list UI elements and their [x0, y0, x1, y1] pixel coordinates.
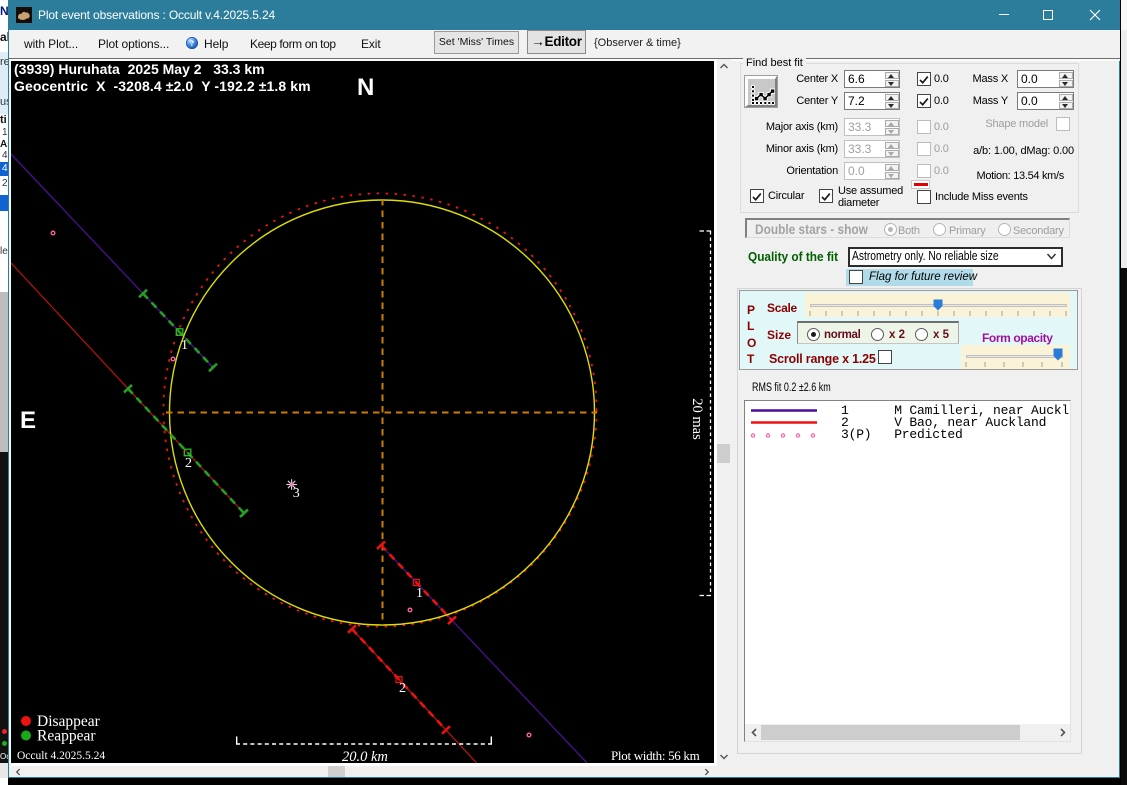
svg-text:2: 2 — [185, 456, 192, 471]
svg-text:Occult 4.2025.5.24: Occult 4.2025.5.24 — [17, 750, 105, 762]
svg-text:(3939) Huruhata 2025 May 2: (3939) Huruhata 2025 May 2 33.3 km — [14, 61, 265, 77]
svg-text:E: E — [20, 407, 36, 434]
svg-text:20 mas: 20 mas — [689, 398, 705, 440]
svg-text:1: 1 — [416, 586, 423, 601]
svg-text:20.0 km: 20.0 km — [342, 749, 388, 763]
svg-text:?: ? — [190, 38, 194, 48]
svg-text:N: N — [357, 74, 374, 101]
svg-text:1: 1 — [181, 338, 188, 353]
svg-text:Reappear: Reappear — [37, 728, 96, 745]
svg-text:3: 3 — [293, 486, 300, 501]
svg-text:2: 2 — [399, 681, 406, 696]
svg-text:Plot width: 56 km: Plot width: 56 km — [611, 748, 700, 763]
svg-text:Geocentric X -3208.4 ±2.0 Y: Geocentric X -3208.4 ±2.0 Y -192.2 ±1.8 … — [14, 78, 311, 94]
